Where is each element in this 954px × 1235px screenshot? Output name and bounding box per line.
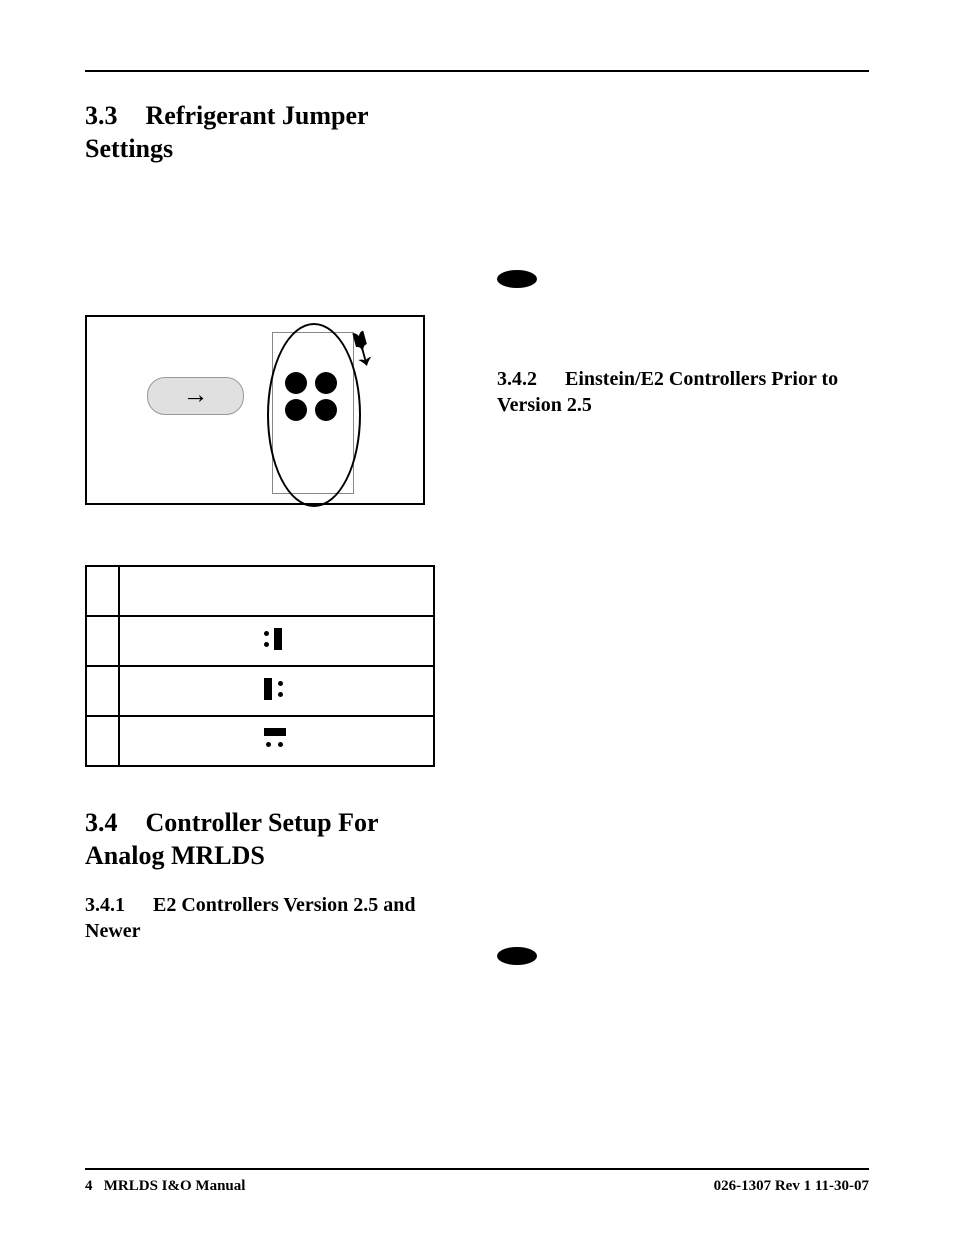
jumper-figure: → ➷ — [85, 315, 425, 505]
jumper-position-icon — [260, 678, 294, 700]
jumper-pin-icon — [315, 399, 337, 421]
table-cell — [119, 716, 434, 766]
table-cell — [86, 716, 119, 766]
jumper-pin-icon — [285, 399, 307, 421]
section-number: 3.4.2 — [497, 366, 537, 392]
jumper-pin-icon — [285, 372, 307, 394]
subsection-heading-3-4-1: 3.4.1E2 Controllers Version 2.5 and Newe… — [85, 892, 457, 944]
table-cell — [119, 666, 434, 716]
section-heading-3-3: 3.3Refrigerant Jumper Settings — [85, 100, 457, 165]
page-footer: 4 MRLDS I&O Manual 026-1307 Rev 1 11-30-… — [85, 1168, 869, 1195]
section-title: E2 Controllers Version 2.5 and Newer — [85, 894, 415, 942]
table-cell — [119, 616, 434, 666]
section-title: Einstein/E2 Controllers Prior to Version… — [497, 368, 838, 416]
table-header-cell — [119, 566, 434, 616]
page-number: 4 — [85, 1178, 93, 1194]
footer-left: 4 MRLDS I&O Manual — [85, 1178, 245, 1195]
section-number: 3.3 — [85, 100, 118, 133]
table-row — [86, 616, 434, 666]
table-cell — [86, 616, 119, 666]
section-number: 3.4 — [85, 807, 118, 840]
table-header-cell — [86, 566, 119, 616]
table-row — [86, 716, 434, 766]
jumper-position-icon — [260, 628, 294, 650]
manual-title: MRLDS I&O Manual — [104, 1178, 246, 1194]
section-number: 3.4.1 — [85, 892, 125, 918]
section-title: Controller Setup For Analog MRLDS — [85, 808, 378, 870]
table-header-row — [86, 566, 434, 616]
bullet-marker — [497, 946, 869, 964]
section-title: Refrigerant Jumper Settings — [85, 101, 368, 163]
oval-bullet-icon — [497, 270, 537, 288]
jumper-position-icon — [260, 728, 294, 750]
footer-right: 026-1307 Rev 1 11-30-07 — [714, 1178, 869, 1195]
jumper-settings-table — [85, 565, 435, 767]
figure-label: → — [147, 377, 244, 415]
table-cell — [86, 666, 119, 716]
bullet-marker — [497, 270, 869, 288]
section-heading-3-4: 3.4Controller Setup For Analog MRLDS — [85, 807, 457, 872]
subsection-heading-3-4-2: 3.4.2Einstein/E2 Controllers Prior to Ve… — [497, 366, 869, 418]
oval-bullet-icon — [497, 947, 537, 965]
table-row — [86, 666, 434, 716]
jumper-pin-icon — [315, 372, 337, 394]
